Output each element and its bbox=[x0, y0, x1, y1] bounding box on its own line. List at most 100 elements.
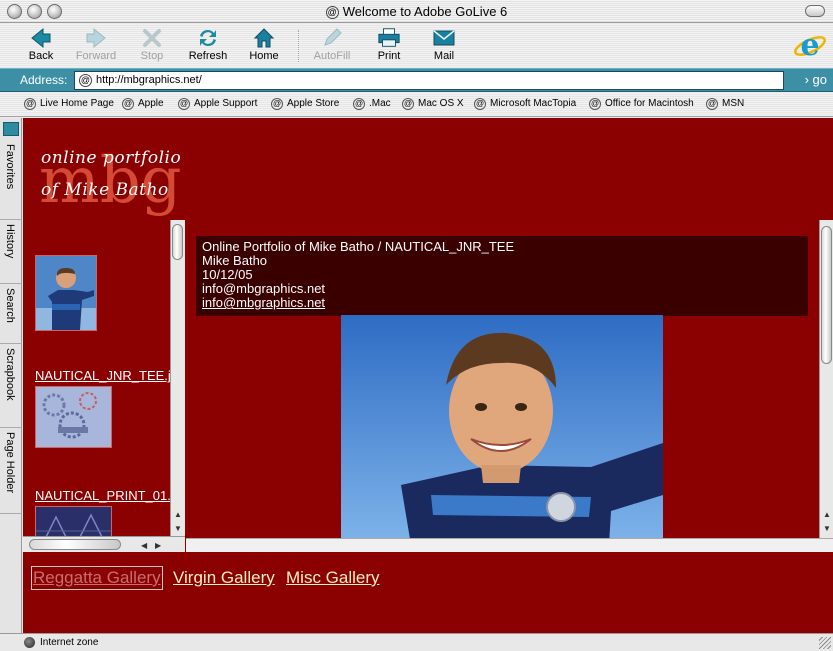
gallery-link-virgin[interactable]: Virgin Gallery bbox=[173, 568, 275, 588]
status-bar: Internet zone bbox=[0, 633, 833, 651]
window-title: Welcome to Adobe GoLive 6 bbox=[342, 4, 508, 19]
print-button[interactable]: Print bbox=[359, 26, 419, 66]
tab-history[interactable]: History bbox=[0, 220, 22, 284]
refresh-label: Refresh bbox=[188, 50, 228, 62]
address-input[interactable]: @ http://mbgraphics.net/ bbox=[74, 71, 784, 90]
tab-scrapbook[interactable]: Scrapbook bbox=[0, 344, 22, 428]
tab-label: Page Holder bbox=[4, 432, 16, 494]
gallery-nav: Reggatta Gallery Virgin Gallery Misc Gal… bbox=[23, 552, 833, 633]
info-email-link[interactable]: info@mbgraphics.net bbox=[202, 296, 802, 310]
scroll-up-arrow-icon[interactable]: ▲ bbox=[174, 510, 182, 519]
scroll-thumb[interactable] bbox=[172, 224, 183, 260]
home-button[interactable]: Home bbox=[234, 26, 294, 66]
info-title: Online Portfolio of Mike Batho / NAUTICA… bbox=[202, 239, 515, 254]
mail-envelope-icon bbox=[414, 26, 474, 50]
scroll-right-arrow-icon[interactable]: ▶ bbox=[155, 541, 161, 550]
mail-button[interactable]: Mail bbox=[414, 26, 474, 66]
favorite-item[interactable]: @ Microsoft MacTopia bbox=[474, 98, 576, 110]
favorite-item[interactable]: @ Live Home Page bbox=[24, 98, 114, 110]
stop-button[interactable]: Stop bbox=[122, 26, 182, 66]
tab-page-holder[interactable]: Page Holder bbox=[0, 428, 22, 514]
toolbar-toggle-button[interactable] bbox=[805, 5, 825, 17]
tab-label: History bbox=[4, 224, 16, 259]
print-label: Print bbox=[377, 50, 401, 62]
info-email: info@mbgraphics.net bbox=[202, 281, 326, 296]
thumbnail-image[interactable] bbox=[35, 386, 112, 448]
internet-explorer-logo-icon[interactable]: e bbox=[793, 28, 827, 63]
window-title-wrap: @ Welcome to Adobe GoLive 6 bbox=[0, 4, 833, 19]
link-at-icon: @ bbox=[122, 98, 134, 110]
favorite-item[interactable]: @ Office for Macintosh bbox=[589, 98, 694, 110]
link-at-icon: @ bbox=[271, 98, 283, 110]
home-label: Home bbox=[249, 50, 279, 62]
gallery-link-reggatta[interactable]: Reggatta Gallery bbox=[31, 566, 163, 590]
autofill-button[interactable]: AutoFill bbox=[302, 26, 362, 66]
gallery-link-misc[interactable]: Misc Gallery bbox=[286, 568, 380, 588]
info-date: 10/12/05 bbox=[202, 267, 253, 282]
tab-favorites[interactable]: Favorites bbox=[0, 140, 22, 220]
main-photo bbox=[341, 315, 663, 538]
main-vertical-scrollbar[interactable]: ▲ ▼ bbox=[819, 220, 833, 538]
sidebar-toggle-icon[interactable] bbox=[3, 122, 19, 136]
autofill-label: AutoFill bbox=[313, 50, 351, 62]
favorite-item[interactable]: @ Apple Store bbox=[271, 98, 339, 110]
favorite-item[interactable]: @ Apple Support bbox=[178, 98, 257, 110]
forward-label: Forward bbox=[75, 50, 117, 62]
favorite-label: Apple bbox=[138, 98, 164, 109]
frame-divider bbox=[186, 538, 833, 552]
favorite-item[interactable]: @ Mac OS X bbox=[402, 98, 464, 110]
favorite-item[interactable]: @ Apple bbox=[122, 98, 164, 110]
logo-line1: online portfolio bbox=[41, 148, 182, 168]
title-bar: @ Welcome to Adobe GoLive 6 bbox=[0, 0, 833, 23]
tab-label: Scrapbook bbox=[4, 348, 16, 401]
favorite-label: Apple Support bbox=[194, 98, 258, 109]
thumbnail-image[interactable] bbox=[35, 255, 97, 331]
thumbnail-frame: NAUTICAL_JNR_TEE.j NAUTICAL_PRINT_01. bbox=[23, 220, 187, 552]
address-bar: Address: @ http://mbgraphics.net/ › go bbox=[0, 68, 833, 92]
status-zone: Internet zone bbox=[40, 637, 99, 648]
scroll-thumb[interactable] bbox=[29, 539, 121, 550]
forward-button[interactable]: Forward bbox=[66, 26, 126, 66]
link-at-icon: @ bbox=[178, 98, 190, 110]
thumbnail-link[interactable]: NAUTICAL_JNR_TEE.j bbox=[35, 368, 171, 383]
scroll-down-arrow-icon[interactable]: ▼ bbox=[174, 524, 182, 533]
stop-label: Stop bbox=[140, 50, 164, 62]
resize-grip-icon[interactable] bbox=[819, 637, 831, 649]
scroll-left-arrow-icon[interactable]: ◀ bbox=[141, 541, 147, 550]
link-at-icon: @ bbox=[474, 98, 486, 110]
page-icon: @ bbox=[79, 74, 92, 87]
back-button[interactable]: Back bbox=[11, 26, 71, 66]
favorite-label: Apple Store bbox=[287, 98, 340, 109]
favorite-item[interactable]: @ .Mac bbox=[353, 98, 391, 110]
autofill-pencil-icon bbox=[302, 26, 362, 50]
tab-search[interactable]: Search bbox=[0, 284, 22, 344]
favorite-label: Microsoft MacTopia bbox=[490, 98, 577, 109]
info-author: Mike Batho bbox=[202, 253, 268, 268]
favorite-item[interactable]: @ MSN bbox=[706, 98, 744, 110]
refresh-button[interactable]: Refresh bbox=[178, 26, 238, 66]
favorite-label: Live Home Page bbox=[40, 98, 114, 109]
scroll-down-arrow-icon[interactable]: ▼ bbox=[823, 524, 831, 533]
scroll-up-arrow-icon[interactable]: ▲ bbox=[823, 510, 831, 519]
go-label: go bbox=[812, 72, 827, 87]
thumbnail-horizontal-scrollbar[interactable]: ◀ ▶ bbox=[23, 536, 185, 552]
tab-label: Favorites bbox=[4, 144, 16, 190]
favorite-label: Mac OS X bbox=[418, 98, 464, 109]
favorite-label: MSN bbox=[722, 98, 745, 109]
favorite-label: .Mac bbox=[369, 98, 391, 109]
address-url[interactable]: http://mbgraphics.net/ bbox=[96, 74, 202, 86]
link-at-icon: @ bbox=[402, 98, 414, 110]
go-button[interactable]: › go bbox=[805, 72, 827, 87]
tab-label: Search bbox=[4, 288, 16, 323]
mail-label: Mail bbox=[433, 50, 455, 62]
thumbnail-vertical-scrollbar[interactable]: ▲ ▼ bbox=[170, 220, 185, 538]
printer-icon bbox=[359, 26, 419, 50]
explorer-side-tabs: Favorites History Search Scrapbook Page … bbox=[0, 118, 22, 633]
thumbnail-link[interactable]: NAUTICAL_PRINT_01. bbox=[35, 488, 171, 503]
link-at-icon: @ bbox=[589, 98, 601, 110]
link-at-icon: @ bbox=[24, 98, 36, 110]
svg-text:e: e bbox=[800, 28, 819, 62]
zone-globe-icon bbox=[24, 637, 35, 648]
scroll-thumb[interactable] bbox=[821, 226, 832, 364]
back-arrow-icon bbox=[11, 26, 71, 50]
